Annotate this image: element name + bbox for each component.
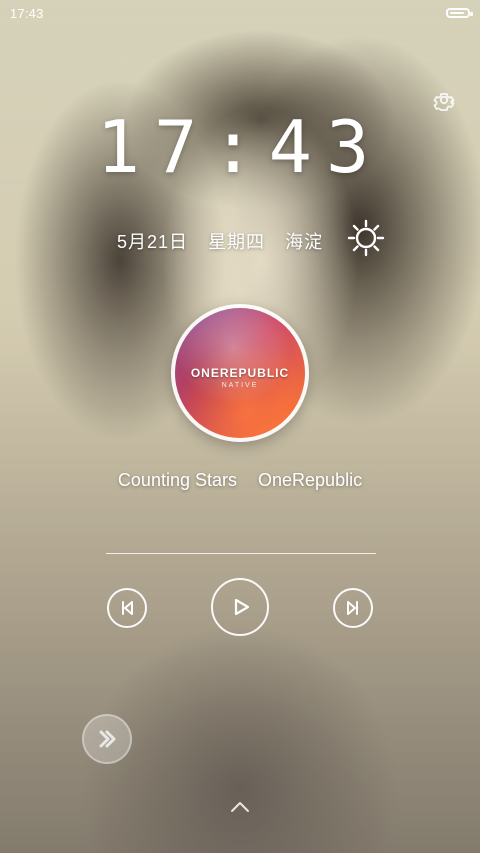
date-day: 5月21日 <box>117 232 189 252</box>
next-icon <box>347 601 358 615</box>
play-button[interactable] <box>211 578 269 636</box>
status-bar: 17:43 <box>0 0 480 28</box>
status-time: 17:43 <box>10 6 44 21</box>
album-art[interactable]: ONEREPUBLIC NATIVE <box>175 308 305 438</box>
next-button[interactable] <box>333 588 373 628</box>
now-playing: Counting Stars OneRepublic <box>0 470 480 491</box>
album-art-band: ONEREPUBLIC <box>190 366 290 380</box>
play-icon <box>234 598 250 616</box>
sun-icon <box>344 216 388 260</box>
date-text: 5月21日 星期四 海淀 <box>117 228 337 254</box>
assistive-touch-icon <box>99 730 116 748</box>
assistive-touch-button[interactable] <box>82 714 132 764</box>
previous-icon <box>122 601 133 615</box>
song-title: Counting Stars <box>117 470 237 490</box>
chevron-up-icon[interactable] <box>228 799 252 815</box>
date-location: 海淀 <box>285 232 324 252</box>
previous-button[interactable] <box>107 588 147 628</box>
lockscreen-clock: 17:43 <box>96 105 384 189</box>
battery-icon <box>446 8 473 18</box>
date-weather-row: 5月21日 星期四 海淀 <box>0 220 480 260</box>
album-art-frame[interactable]: ONEREPUBLIC NATIVE <box>171 304 309 442</box>
date-weekday: 星期四 <box>208 232 266 252</box>
album-art-subtitle: NATIVE <box>221 382 259 389</box>
divider <box>106 553 376 554</box>
artist-name: OneRepublic <box>258 470 363 490</box>
battery-level <box>450 12 464 14</box>
